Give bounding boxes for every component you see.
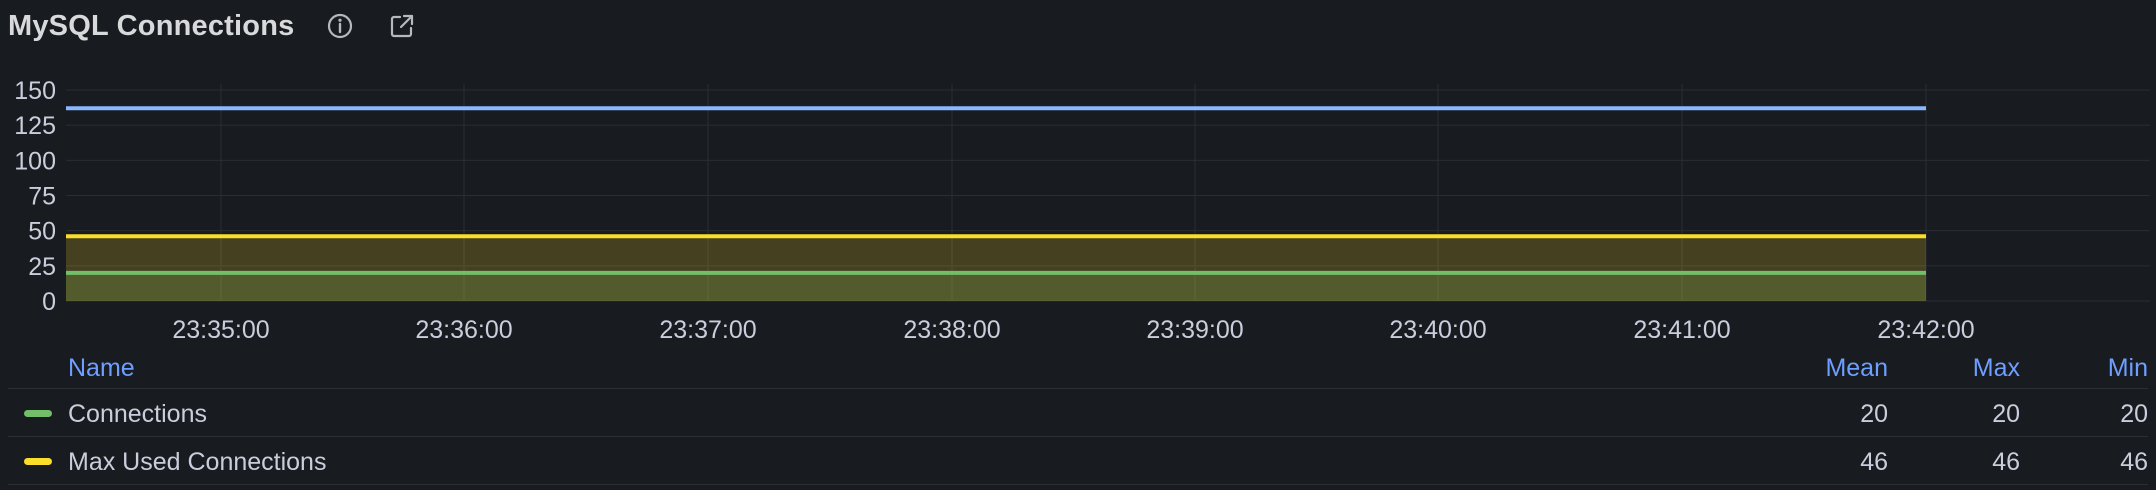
mysql-connections-panel: MySQL Connections 150 125 100 75 50 25 0 23:35:… — [0, 0, 2156, 490]
series-area-1 — [66, 236, 1926, 301]
legend-table: Name Mean Max Min Connections 20 20 20 M… — [8, 346, 2148, 485]
panel-title: MySQL Connections — [8, 9, 295, 42]
x-tick-label: 23:35:00 — [172, 316, 269, 344]
y-tick-label: 125 — [14, 112, 56, 140]
legend-row-connections[interactable]: Connections 20 20 20 — [8, 389, 2148, 437]
legend-max-value: 46 — [1992, 448, 2020, 476]
legend-max-value: 20 — [1992, 400, 2020, 428]
legend-min-value: 20 — [2120, 400, 2148, 428]
legend-header-name[interactable]: Name — [68, 354, 135, 383]
time-series-chart[interactable]: 150 125 100 75 50 25 0 23:35:00 23:36:00 23:37:00… — [0, 77, 2156, 350]
y-tick-label: 150 — [14, 80, 56, 105]
legend-mean-value: 20 — [1860, 400, 1888, 428]
x-tick-label: 23:37:00 — [659, 316, 756, 344]
legend-series-name[interactable]: Connections — [68, 400, 207, 429]
y-tick-label: 75 — [28, 183, 56, 211]
x-tick-label: 23:36:00 — [415, 316, 512, 344]
y-tick-label: 0 — [42, 288, 56, 316]
y-tick-label: 25 — [28, 253, 56, 281]
info-icon[interactable] — [322, 8, 358, 44]
legend-swatch-connections — [24, 410, 52, 417]
y-tick-label: 100 — [14, 147, 56, 175]
legend-header: Name Mean Max Min — [8, 346, 2148, 389]
x-tick-label: 23:39:00 — [1146, 316, 1243, 344]
panel-header: MySQL Connections — [8, 6, 420, 46]
external-link-icon[interactable] — [384, 8, 420, 44]
chart-svg: 150 125 100 75 50 25 0 23:35:00 23:36:00 23:37:00… — [14, 77, 2150, 344]
y-tick-label: 50 — [28, 218, 56, 246]
x-tick-label: 23:40:00 — [1389, 316, 1486, 344]
legend-header-min[interactable]: Min — [2108, 354, 2148, 383]
legend-header-max[interactable]: Max — [1973, 354, 2020, 383]
legend-header-mean[interactable]: Mean — [1825, 354, 1888, 383]
x-tick-label: 23:42:00 — [1877, 316, 1974, 344]
legend-swatch-max-used-connections — [24, 458, 52, 465]
legend-mean-value: 46 — [1860, 448, 1888, 476]
x-tick-label: 23:41:00 — [1633, 316, 1730, 344]
legend-row-max-used-connections[interactable]: Max Used Connections 46 46 46 — [8, 437, 2148, 485]
legend-series-name[interactable]: Max Used Connections — [68, 448, 326, 477]
legend-min-value: 46 — [2120, 448, 2148, 476]
x-tick-label: 23:38:00 — [903, 316, 1000, 344]
